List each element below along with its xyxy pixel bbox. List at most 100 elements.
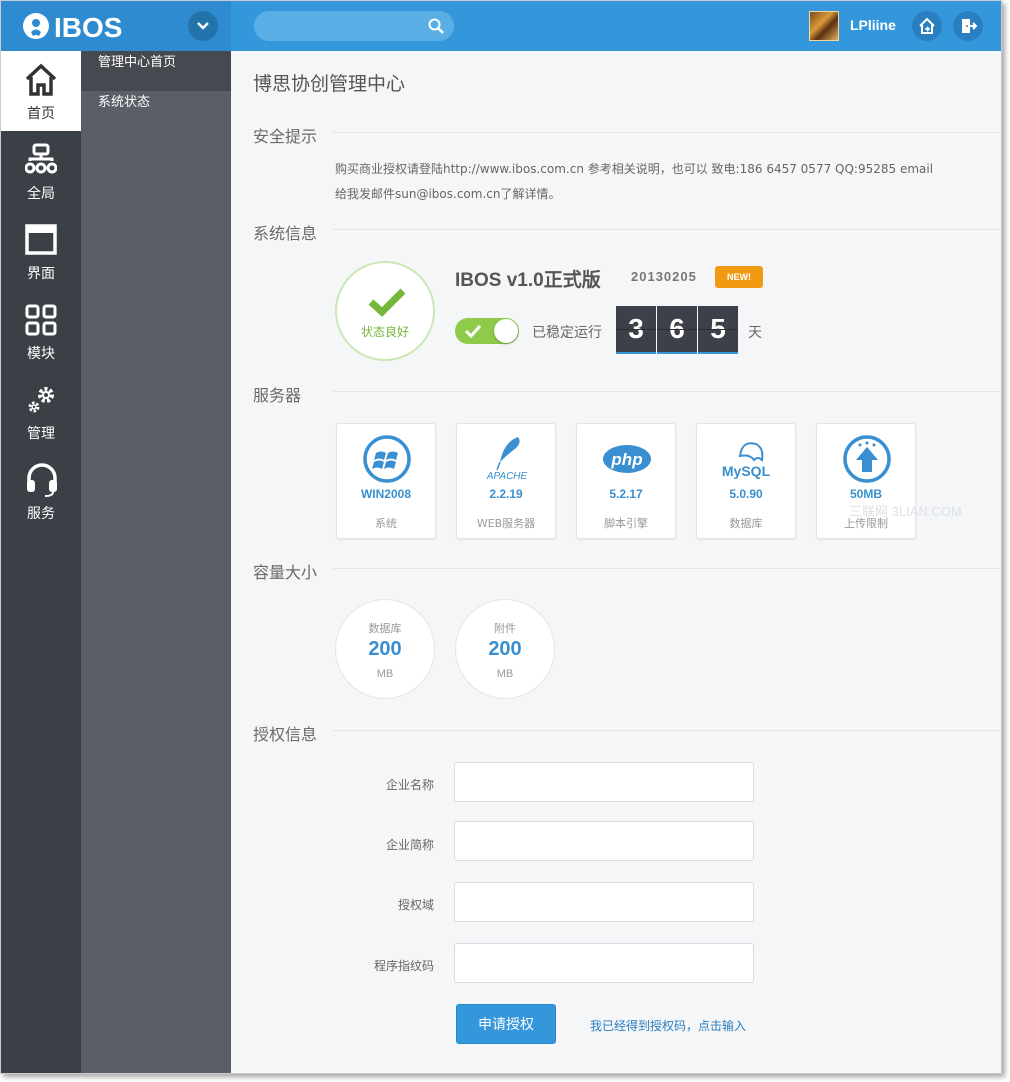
status-text: 状态良好 bbox=[360, 325, 409, 339]
home-arrow-icon bbox=[919, 17, 935, 34]
uptime-digit: 3 bbox=[616, 306, 656, 354]
logout-icon bbox=[962, 19, 977, 33]
main-nav: 首页 全局 界面 模块 管理 服务 bbox=[1, 51, 81, 1073]
nav-item-home[interactable]: 首页 bbox=[1, 51, 81, 131]
server-card-script: php 5.2.17 脚本引擎 bbox=[576, 423, 676, 539]
apache-icon: APACHE bbox=[486, 437, 528, 482]
company-short-name-input[interactable] bbox=[454, 821, 754, 861]
section-heading-server: 服务器 bbox=[253, 386, 302, 405]
php-icon: php bbox=[603, 445, 651, 473]
server-card-value: WIN2008 bbox=[360, 487, 412, 501]
mysql-wordmark: MySQL bbox=[722, 463, 771, 479]
section-divider bbox=[333, 391, 1001, 392]
window-icon bbox=[25, 224, 57, 255]
company-name-label: 企业名称 bbox=[385, 778, 434, 792]
server-card-label: 系统 bbox=[375, 517, 397, 530]
security-notice-line: 购买商业授权请登陆http://www.ibos.com.cn 参考相关说明，也… bbox=[335, 162, 934, 176]
chevron-down-icon bbox=[197, 22, 209, 30]
license-domain-input[interactable] bbox=[454, 882, 754, 922]
server-card-label: 脚本引擎 bbox=[604, 517, 648, 530]
section-divider bbox=[333, 568, 1001, 569]
server-card-value: 50MB bbox=[849, 487, 882, 501]
server-card-value: 2.2.19 bbox=[489, 487, 523, 501]
server-card-os: WIN2008 系统 bbox=[336, 423, 436, 539]
toggle-knob bbox=[494, 319, 518, 343]
username[interactable]: LPliine bbox=[850, 17, 896, 33]
security-notice-line: 给我发邮件sun@ibos.com.cn了解详情。 bbox=[335, 187, 561, 201]
watermark: 三联网 3LIAN.COM bbox=[849, 504, 962, 519]
server-card-label: WEB服务器 bbox=[476, 517, 536, 530]
server-card-web: APACHE 2.2.19 WEB服务器 bbox=[456, 423, 556, 539]
check-icon bbox=[465, 324, 481, 338]
company-short-name-label: 企业简称 bbox=[385, 838, 434, 852]
logo-text: IBOS bbox=[54, 12, 122, 42]
section-heading-capacity: 容量大小 bbox=[253, 563, 318, 582]
apply-license-button[interactable]: 申请授权 bbox=[456, 1004, 556, 1044]
nav-item-label: 界面 bbox=[27, 266, 55, 282]
nav-item-interface[interactable]: 界面 bbox=[1, 211, 81, 291]
license-domain-label: 授权域 bbox=[397, 898, 434, 912]
mysql-icon: MySQL bbox=[722, 442, 771, 479]
home-switch-button[interactable] bbox=[912, 11, 942, 41]
apache-wordmark: APACHE bbox=[486, 471, 528, 482]
submenu-item-system-status[interactable]: 系统状态 bbox=[81, 91, 231, 131]
section-heading-license: 授权信息 bbox=[253, 725, 318, 744]
checkmark-icon bbox=[368, 288, 406, 317]
enter-license-link[interactable]: 我已经得到授权码，点击输入 bbox=[590, 1017, 746, 1034]
server-card-label: 数据库 bbox=[729, 517, 763, 530]
upload-icon bbox=[843, 435, 891, 483]
section-divider bbox=[333, 730, 1001, 731]
nav-item-label: 管理 bbox=[27, 426, 55, 442]
capacity-value: 200 bbox=[488, 638, 522, 660]
home-icon bbox=[25, 63, 57, 96]
new-badge: NEW! bbox=[715, 266, 763, 288]
logout-button[interactable] bbox=[953, 11, 983, 41]
headset-icon bbox=[27, 463, 57, 497]
section-heading-security: 安全提示 bbox=[253, 127, 318, 146]
search-icon[interactable] bbox=[428, 18, 444, 34]
server-card-database: MySQL 5.0.90 数据库 bbox=[696, 423, 796, 539]
grid-icon bbox=[25, 304, 57, 336]
capacity-label: 附件 bbox=[494, 622, 516, 635]
nav-dropdown-button[interactable] bbox=[188, 11, 218, 41]
status-indicator: 状态良好 bbox=[335, 261, 435, 361]
brand-area: IBOS bbox=[1, 1, 231, 51]
search-box[interactable] bbox=[254, 11, 454, 41]
user-avatar[interactable] bbox=[809, 11, 839, 41]
capacity-value: 200 bbox=[368, 638, 402, 660]
server-card-value: 5.0.90 bbox=[729, 487, 763, 501]
capacity-unit: MB bbox=[496, 668, 514, 680]
section-heading-sysinfo: 系统信息 bbox=[253, 224, 318, 243]
section-divider bbox=[333, 229, 1001, 230]
capacity-database: 数据库 200 MB bbox=[335, 599, 435, 699]
uptime-toggle[interactable] bbox=[455, 318, 519, 344]
nav-item-service[interactable]: 服务 bbox=[1, 451, 81, 531]
company-name-input[interactable] bbox=[454, 762, 754, 802]
uptime-unit: 天 bbox=[748, 325, 762, 341]
server-card-upload: 50MB 上传限制 bbox=[816, 423, 916, 539]
fingerprint-input[interactable] bbox=[454, 943, 754, 983]
main-content: 博思协创管理中心 安全提示 购买商业授权请登陆http://www.ibos.c… bbox=[231, 51, 1001, 1073]
uptime-label: 已稳定运行 bbox=[532, 325, 602, 341]
capacity-attachment: 附件 200 MB bbox=[455, 599, 555, 699]
nav-item-label: 全局 bbox=[27, 186, 55, 202]
version-text: IBOS v1.0正式版 bbox=[455, 270, 601, 291]
page-title: 博思协创管理中心 bbox=[253, 73, 406, 95]
nav-item-modules[interactable]: 模块 bbox=[1, 291, 81, 371]
capacity-unit: MB bbox=[376, 668, 394, 680]
sub-menu: 管理中心首页 系统状态 bbox=[81, 51, 231, 1073]
section-divider bbox=[333, 132, 1001, 133]
capacity-label: 数据库 bbox=[368, 622, 402, 635]
ibos-logo: IBOS bbox=[23, 12, 122, 42]
server-card-value: 5.2.17 bbox=[609, 487, 643, 501]
nav-item-label: 首页 bbox=[27, 106, 55, 122]
nav-item-global[interactable]: 全局 bbox=[1, 131, 81, 211]
nav-item-manage[interactable]: 管理 bbox=[1, 371, 81, 451]
nav-item-label: 服务 bbox=[27, 506, 55, 522]
sitemap-icon bbox=[25, 143, 57, 174]
submenu-item-admin-home[interactable]: 管理中心首页 bbox=[81, 51, 231, 91]
uptime-digit: 5 bbox=[698, 306, 738, 354]
nav-item-label: 模块 bbox=[27, 346, 55, 362]
uptime-digit: 6 bbox=[657, 306, 697, 354]
build-number: 20130205 bbox=[631, 269, 697, 284]
